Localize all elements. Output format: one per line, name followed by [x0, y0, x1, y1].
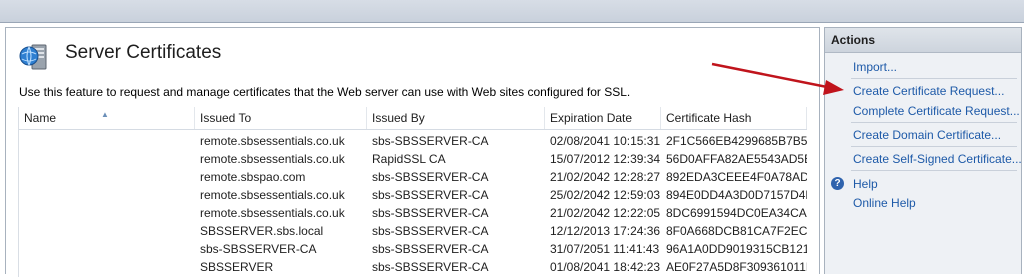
cell-issued-by: sbs-SBSSERVER-CA [372, 206, 489, 220]
table-row[interactable]: remote.sbsessentials.co.uk sbs-SBSSERVER-… [19, 132, 807, 150]
cell-certificate-hash: 2F1C566EB4299685B7B5FDA [666, 134, 807, 148]
cell-certificate-hash: AE0F27A5D8F309361011F90 [666, 260, 807, 274]
complete-certificate-request-link[interactable]: Complete Certificate Request... [853, 104, 1020, 118]
table-row[interactable]: remote.sbsessentials.co.uk sbs-SBSSERVER-… [19, 204, 807, 222]
divider [851, 170, 1017, 171]
cell-name [19, 222, 195, 240]
cell-expiration-date: 02/08/2041 10:15:31 [550, 134, 661, 148]
create-domain-certificate-link[interactable]: Create Domain Certificate... [853, 128, 1001, 142]
online-help-link[interactable]: Online Help [853, 196, 916, 210]
cell-issued-by: sbs-SBSSERVER-CA [372, 188, 489, 202]
cell-certificate-hash: 96A1A0DD9019315CB121C1 [666, 242, 807, 256]
page-title: Server Certificates [65, 42, 222, 63]
cell-name [19, 258, 195, 276]
cell-name [19, 132, 195, 150]
column-header-issued-by[interactable]: Issued By [367, 107, 545, 129]
divider [851, 146, 1017, 147]
cell-expiration-date: 21/02/2042 12:28:27 [550, 170, 661, 184]
window-top-bar [0, 0, 1024, 23]
cell-expiration-date: 25/02/2042 12:59:03 [550, 188, 661, 202]
column-header-expiration-date[interactable]: Expiration Date [545, 107, 661, 129]
cell-issued-by: sbs-SBSSERVER-CA [372, 224, 489, 238]
cell-issued-by: RapidSSL CA [372, 152, 446, 166]
cell-name [19, 168, 195, 186]
certificates-table: Name ▲ Issued To Issued By Expiration Da… [18, 107, 807, 277]
cell-certificate-hash: 8DC6991594DC0EA34CA0F3 [666, 206, 807, 220]
cell-issued-to: sbs-SBSSERVER-CA [200, 242, 317, 256]
cell-expiration-date: 12/12/2013 17:24:36 [550, 224, 661, 238]
help-link[interactable]: Help [853, 177, 878, 191]
actions-title: Actions [825, 28, 1021, 53]
cell-issued-to: remote.sbspao.com [200, 170, 306, 184]
cell-issued-by: sbs-SBSSERVER-CA [372, 260, 489, 274]
cell-expiration-date: 21/02/2042 12:22:05 [550, 206, 661, 220]
cell-issued-to: SBSSERVER [200, 260, 274, 274]
column-header-name[interactable]: Name ▲ [19, 107, 195, 129]
cell-issued-by: sbs-SBSSERVER-CA [372, 242, 489, 256]
cell-name [19, 240, 195, 258]
cell-certificate-hash: 56D0AFFA82AE5543AD5B56 [666, 152, 807, 166]
cell-expiration-date: 01/08/2041 18:42:23 [550, 260, 661, 274]
cell-name [19, 150, 195, 168]
server-certificates-pane: Server Certificates Use this feature to … [5, 27, 820, 277]
server-certificates-icon [19, 44, 47, 70]
cell-issued-to: remote.sbsessentials.co.uk [200, 188, 345, 202]
table-row[interactable]: remote.sbspao.com sbs-SBSSERVER-CA 21/02/2… [19, 168, 807, 186]
table-row[interactable]: sbs-SBSSERVER-CA sbs-SBSSERVER-CA 31/07/20… [19, 240, 807, 258]
divider [851, 78, 1017, 79]
table-row[interactable]: remote.sbsessentials.co.uk sbs-SBSSERVER-… [19, 186, 807, 204]
cell-name [19, 186, 195, 204]
cell-expiration-date: 31/07/2051 11:41:43 [550, 242, 660, 256]
cell-issued-to: remote.sbsessentials.co.uk [200, 206, 345, 220]
cell-certificate-hash: 8F0A668DCB81CA7F2EC8E8 [666, 224, 807, 238]
cell-name [19, 204, 195, 222]
cell-certificate-hash: 894E0DD4A3D0D7157D4EFC [666, 188, 807, 202]
table-row[interactable]: remote.sbsessentials.co.uk RapidSSL CA 15/… [19, 150, 807, 168]
column-header-certificate-hash[interactable]: Certificate Hash [661, 107, 807, 129]
table-header: Name ▲ Issued To Issued By Expiration Da… [19, 107, 807, 130]
cell-certificate-hash: 892EDA3CEEE4F0A78AD6BB [666, 170, 807, 184]
sort-ascending-icon: ▲ [101, 110, 109, 119]
cell-issued-to: remote.sbsessentials.co.uk [200, 152, 345, 166]
cell-issued-by: sbs-SBSSERVER-CA [372, 170, 489, 184]
cell-issued-to: SBSSERVER.sbs.local [200, 224, 324, 238]
help-icon: ? [831, 177, 844, 190]
cell-issued-by: sbs-SBSSERVER-CA [372, 134, 489, 148]
page-description: Use this feature to request and manage c… [19, 85, 631, 99]
create-self-signed-certificate-link[interactable]: Create Self-Signed Certificate... [853, 152, 1022, 166]
create-certificate-request-link[interactable]: Create Certificate Request... [853, 84, 1004, 98]
table-row[interactable]: SBSSERVER sbs-SBSSERVER-CA 01/08/2041 18:4… [19, 258, 807, 276]
cell-issued-to: remote.sbsessentials.co.uk [200, 134, 345, 148]
actions-pane: Actions Import... Create Certificate Req… [824, 27, 1022, 274]
table-row[interactable]: SBSSERVER.sbs.local sbs-SBSSERVER-CA 12/12… [19, 222, 807, 240]
divider [851, 122, 1017, 123]
cell-expiration-date: 15/07/2012 12:39:34 [550, 152, 661, 166]
import-link[interactable]: Import... [853, 60, 897, 74]
column-header-issued-to[interactable]: Issued To [195, 107, 367, 129]
